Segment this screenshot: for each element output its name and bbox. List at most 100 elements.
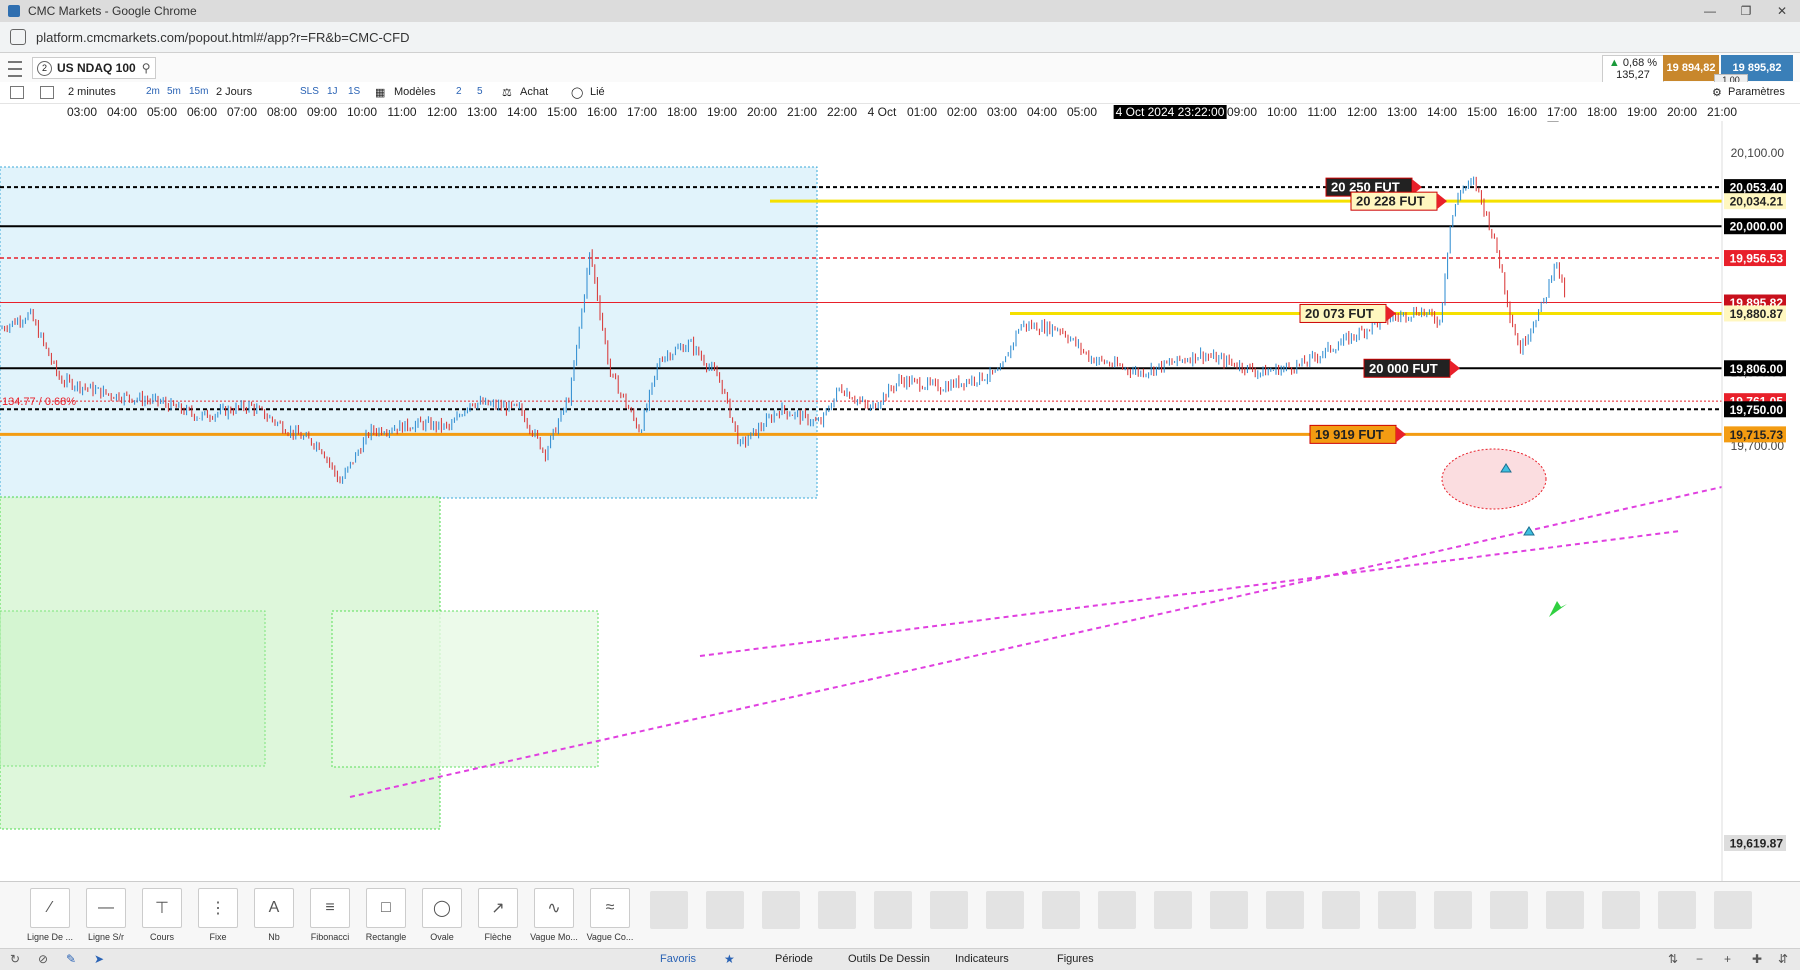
flag-1j[interactable]: 1J: [327, 86, 338, 97]
tool-nb[interactable]: A Nb: [246, 888, 302, 942]
rectangle-icon: □: [366, 888, 406, 928]
empty-tool-slot[interactable]: [1322, 891, 1360, 929]
tab-figures[interactable]: Figures: [1057, 953, 1094, 965]
fut-flag-icon: [1386, 305, 1396, 322]
time-tick-label: 17:00: [626, 105, 658, 119]
tool-ligne-sr[interactable]: — Ligne S/r: [78, 888, 134, 942]
interval-2m[interactable]: 2m: [146, 86, 160, 97]
site-info-icon[interactable]: [10, 29, 26, 45]
zoom-out-icon[interactable]: −: [1696, 952, 1703, 966]
layout-grid-icon[interactable]: [40, 86, 54, 99]
cancel-icon[interactable]: ⊘: [38, 952, 48, 966]
tab-indicateurs[interactable]: Indicateurs: [955, 953, 1009, 965]
models-button[interactable]: Modèles: [394, 86, 436, 98]
models-icon[interactable]: ▦: [375, 86, 385, 99]
list-icon[interactable]: [10, 86, 24, 99]
expand-icon[interactable]: ⇅: [1668, 952, 1678, 966]
interval-5m[interactable]: 5m: [167, 86, 181, 97]
empty-tool-slot[interactable]: [762, 891, 800, 929]
price-chart[interactable]: 134.77 / 0.68%20 250 FUT20 228 FUT20 073…: [0, 121, 1800, 881]
empty-tool-slot[interactable]: [1098, 891, 1136, 929]
close-button[interactable]: ✕: [1764, 4, 1800, 18]
tool-cours[interactable]: ⊤ Cours: [134, 888, 190, 942]
url-text[interactable]: platform.cmcmarkets.com/popout.html#/app…: [36, 30, 410, 45]
pencil-icon[interactable]: ✎: [66, 952, 76, 966]
chart-toolbar: 2 minutes 2m 5m 15m 2 Jours SLS 1J 1S ▦ …: [0, 82, 1800, 104]
cursor-icon[interactable]: ➤: [94, 952, 104, 966]
empty-tool-slot[interactable]: [1714, 891, 1752, 929]
num-2-button[interactable]: 2: [456, 86, 462, 97]
flag-sls[interactable]: SLS: [300, 86, 319, 97]
fut-label-text: 19 919 FUT: [1315, 427, 1384, 442]
menu-icon[interactable]: [8, 61, 22, 77]
tab-periode[interactable]: Période: [775, 953, 813, 965]
time-tick-label: 09:00: [306, 105, 338, 119]
empty-tool-slot[interactable]: [1602, 891, 1640, 929]
empty-tool-slot[interactable]: [818, 891, 856, 929]
time-tick-label: 07:00: [226, 105, 258, 119]
settings-button[interactable]: Paramètres: [1728, 86, 1785, 98]
link-button[interactable]: Lié: [590, 86, 605, 98]
instrument-name: US NDAQ 100: [57, 61, 136, 75]
left-annotation: 134.77 / 0.68%: [2, 396, 76, 408]
cmc-app-icon: [8, 5, 20, 17]
empty-tool-slot[interactable]: [650, 891, 688, 929]
empty-tool-slot[interactable]: [1266, 891, 1304, 929]
time-tick-label: 03:00: [66, 105, 98, 119]
empty-tool-slot[interactable]: [1378, 891, 1416, 929]
gear-icon[interactable]: ⚙: [1712, 86, 1722, 99]
time-tick-label: 14:00: [506, 105, 538, 119]
empty-tool-slot[interactable]: [1546, 891, 1584, 929]
tool-ligne[interactable]: ∕ Ligne De ...: [22, 888, 78, 942]
interval-15m[interactable]: 15m: [189, 86, 208, 97]
search-icon[interactable]: ⚲: [142, 61, 151, 75]
empty-tool-slot[interactable]: [1154, 891, 1192, 929]
tool-rectangle[interactable]: □ Rectangle: [358, 888, 414, 942]
link-icon: ◯: [571, 87, 584, 99]
tool-fibonacci[interactable]: ≡ Fibonacci: [302, 888, 358, 942]
empty-tool-slot[interactable]: [1434, 891, 1472, 929]
fut-flag-icon: [1437, 193, 1447, 210]
tool-fixe[interactable]: ⋮ Fixe: [190, 888, 246, 942]
fut-label: 20 228 FUT: [1350, 191, 1447, 211]
price-tool-icon: ⊤: [142, 888, 182, 928]
time-tick-label: 05:00: [146, 105, 178, 119]
empty-tool-slot[interactable]: [1658, 891, 1696, 929]
zoom-in-icon[interactable]: +: [1724, 952, 1731, 966]
drawing-toolbar: ∕ Ligne De ... — Ligne S/r ⊤ Cours ⋮ Fixe AN…: [0, 881, 1800, 970]
instrument-selector[interactable]: 2 US NDAQ 100 ⚲: [32, 57, 156, 79]
resize-icon[interactable]: ⇵: [1778, 952, 1788, 966]
time-tick-label: 05:00: [1066, 105, 1098, 119]
tool-vague-co[interactable]: ≈ Vague Co...: [582, 888, 638, 942]
empty-tool-slot[interactable]: [874, 891, 912, 929]
tab-favoris[interactable]: Favoris: [660, 953, 696, 965]
star-icon[interactable]: ★: [724, 952, 735, 966]
sell-button[interactable]: 19 894,82: [1663, 55, 1719, 81]
blue-zone: [0, 166, 818, 499]
interval-dropdown[interactable]: 2 minutes: [68, 86, 116, 98]
flag-1s[interactable]: 1S: [348, 86, 360, 97]
crosshair-icon[interactable]: ✚: [1752, 952, 1762, 966]
time-tick-label: 15:00: [546, 105, 578, 119]
wave-corrective-icon: ≈: [590, 888, 630, 928]
oval-icon: ◯: [422, 888, 462, 928]
tab-outils-dessin[interactable]: Outils De Dessin: [848, 953, 930, 965]
period-dropdown[interactable]: 2 Jours: [216, 86, 252, 98]
num-5-button[interactable]: 5: [477, 86, 483, 97]
empty-tool-slot[interactable]: [1210, 891, 1248, 929]
refresh-icon[interactable]: ↻: [10, 952, 20, 966]
empty-tool-slot[interactable]: [986, 891, 1024, 929]
empty-tool-slot[interactable]: [1042, 891, 1080, 929]
empty-tool-slot[interactable]: [1490, 891, 1528, 929]
tool-fleche[interactable]: ↗ Flèche: [470, 888, 526, 942]
empty-tool-slot[interactable]: [706, 891, 744, 929]
empty-tool-slot[interactable]: [930, 891, 968, 929]
tool-vague-mo[interactable]: ∿ Vague Mo...: [526, 888, 582, 942]
time-tick-label: 20:00: [746, 105, 778, 119]
tool-ovale[interactable]: ◯ Ovale: [414, 888, 470, 942]
restore-button[interactable]: ❐: [1728, 4, 1764, 18]
time-tick-label: 11:00: [387, 105, 417, 119]
buy-toolbar-button[interactable]: Achat: [520, 86, 548, 98]
minimize-button[interactable]: —: [1692, 4, 1728, 18]
instrument-badge: 2: [37, 60, 52, 76]
